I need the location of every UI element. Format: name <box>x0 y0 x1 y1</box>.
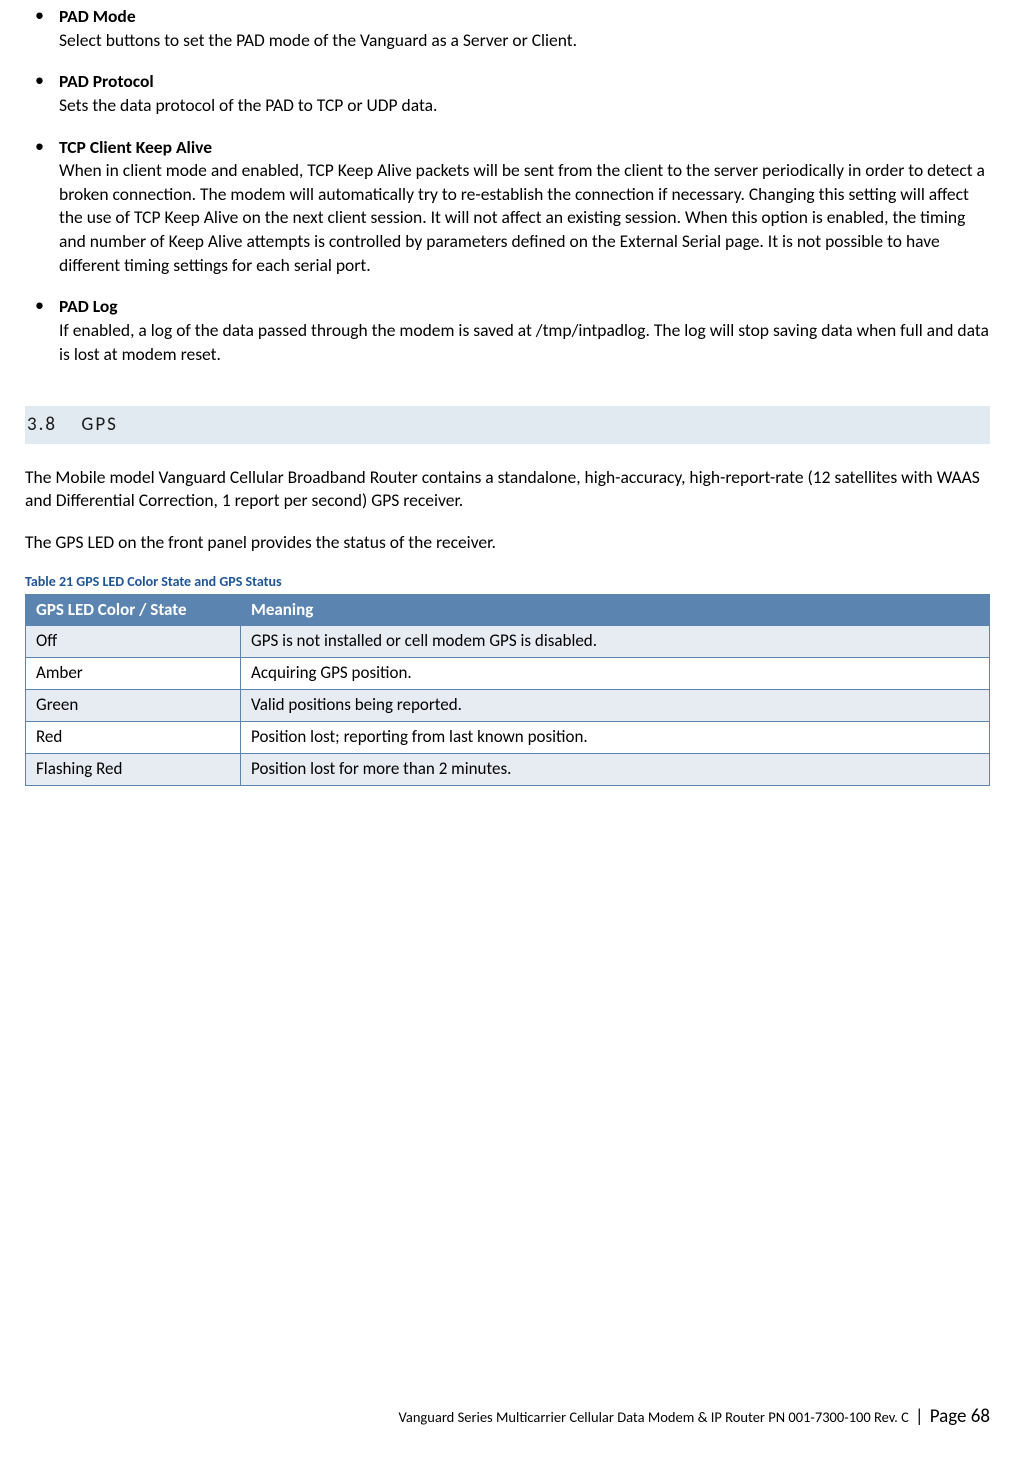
table-caption: Table 21 GPS LED Color State and GPS Sta… <box>25 573 990 592</box>
section-title: GPS <box>81 413 118 436</box>
definition-item: TCP Client Keep Alive When in client mod… <box>25 136 990 278</box>
table-cell: Off <box>26 626 241 658</box>
definition-desc: When in client mode and enabled, TCP Kee… <box>59 159 990 277</box>
definition-desc: Sets the data protocol of the PAD to TCP… <box>59 94 990 118</box>
definition-item: PAD Log If enabled, a log of the data pa… <box>25 295 990 366</box>
footer-page-number: Page 68 <box>930 1405 990 1428</box>
body-paragraph: The GPS LED on the front panel provides … <box>25 531 990 555</box>
section-header: 3.8 GPS <box>25 406 990 444</box>
table-row: Green Valid positions being reported. <box>26 690 990 722</box>
footer-divider: | <box>912 1405 926 1427</box>
definition-term: PAD Protocol <box>59 70 990 94</box>
table-cell: Green <box>26 690 241 722</box>
definition-term: PAD Mode <box>59 5 990 29</box>
table-cell: Acquiring GPS position. <box>241 658 990 690</box>
table-cell: Red <box>26 722 241 754</box>
body-paragraph: The Mobile model Vanguard Cellular Broad… <box>25 466 990 513</box>
gps-led-table: GPS LED Color / State Meaning Off GPS is… <box>25 594 990 787</box>
definition-term: PAD Log <box>59 295 990 319</box>
footer-doc-id: Vanguard Series Multicarrier Cellular Da… <box>398 1408 908 1426</box>
table-row: Amber Acquiring GPS position. <box>26 658 990 690</box>
section-number: 3.8 <box>25 413 75 436</box>
definition-item: PAD Mode Select buttons to set the PAD m… <box>25 5 990 52</box>
table-cell: Position lost for more than 2 minutes. <box>241 754 990 786</box>
page-footer: Vanguard Series Multicarrier Cellular Da… <box>398 1404 990 1430</box>
table-header-cell: GPS LED Color / State <box>26 594 241 626</box>
definition-list: PAD Mode Select buttons to set the PAD m… <box>25 5 990 366</box>
table-row: Red Position lost; reporting from last k… <box>26 722 990 754</box>
table-cell: GPS is not installed or cell modem GPS i… <box>241 626 990 658</box>
table-cell: Amber <box>26 658 241 690</box>
definition-item: PAD Protocol Sets the data protocol of t… <box>25 70 990 117</box>
definition-desc: If enabled, a log of the data passed thr… <box>59 319 990 366</box>
table-cell: Flashing Red <box>26 754 241 786</box>
table-header-cell: Meaning <box>241 594 990 626</box>
table-row: Off GPS is not installed or cell modem G… <box>26 626 990 658</box>
definition-desc: Select buttons to set the PAD mode of th… <box>59 29 990 53</box>
definition-term: TCP Client Keep Alive <box>59 136 990 160</box>
table-cell: Position lost; reporting from last known… <box>241 722 990 754</box>
table-row: Flashing Red Position lost for more than… <box>26 754 990 786</box>
table-cell: Valid positions being reported. <box>241 690 990 722</box>
